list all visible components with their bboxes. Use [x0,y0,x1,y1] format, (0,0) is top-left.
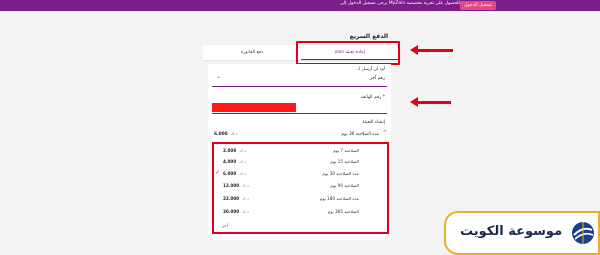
pack-selected-price: 6.000 د.ك [214,132,238,137]
option-name: الصلاحية 365 يوم [327,209,359,214]
pack-select[interactable]: مدة الصلاحية 30 يوم 6.000 د.ك ^ [208,131,391,140]
annotation-arrow-icon [410,97,451,107]
dropdown-option[interactable]: الصلاحية 365 يوم 30.000 د.ك [214,207,387,217]
watermark-logo: موسوعة الكويت [444,211,600,255]
option-price: 30.000 د.ك [223,209,249,214]
recipient-label: أود أن أرسل لـ [357,67,385,72]
login-button[interactable]: تسجيل الدخول [460,1,496,10]
dropdown-option[interactable]: الصلاحية 90 يوم 12.000 د.ك [214,181,387,191]
dropdown-option-selected[interactable]: ✓ مدة الصلاحية 30 يوم 6.000 د.ك [214,169,387,179]
globe-icon [572,222,594,244]
phone-input-underline [212,113,387,114]
watermark-text: موسوعة الكويت [460,224,563,239]
pack-dropdown-list: الصلاحية 7 يوم 2.000 د.ك الصلاحية 15 يوم … [212,142,389,234]
pack-selected-name: مدة الصلاحية 30 يوم [341,132,379,137]
pack-label: إنشاء التعبئة [362,120,385,125]
phone-input-redacted[interactable] [212,103,296,112]
dropdown-option[interactable]: الصلاحية 7 يوم 2.000 د.ك [214,146,387,156]
option-name: الصلاحية 7 يوم [333,148,359,153]
option-name: الصلاحية 90 يوم [330,183,359,188]
option-price: 6.000 د.ك [223,171,246,176]
chevron-up-icon[interactable]: ^ [383,131,387,136]
option-name: مدة الصلاحية 180 يوم [319,196,359,201]
option-name: مدة الصلاحية 30 يوم [322,171,359,176]
option-price: 4.000 د.ك [223,159,246,164]
recipient-select-value[interactable]: رقم آخر [370,76,385,81]
dropdown-option-other[interactable]: آخر [222,223,228,228]
tab-pay-bill[interactable]: دفع الفاتورة [203,45,301,60]
option-price: 2.000 د.ك [223,148,246,153]
page-title: الدفع السريع [349,33,388,40]
annotation-highlight-box [296,41,400,65]
option-name: الصلاحية 15 يوم [330,159,359,164]
dropdown-option[interactable]: الصلاحية 15 يوم 4.000 د.ك [214,157,387,167]
dropdown-option[interactable]: مدة الصلاحية 180 يوم 22.000 د.ك [214,194,387,204]
top-banner: للحصول على تجربة مخصصة MyZain يرجى تسجيل… [0,0,600,11]
option-price: 12.000 د.ك [223,183,249,188]
login-prompt-text: للحصول على تجربة مخصصة MyZain يرجى تسجيل… [340,1,460,6]
chevron-down-icon[interactable]: ⌄ [216,74,221,80]
annotation-arrow-icon [410,45,453,55]
option-price: 22.000 د.ك [223,196,249,201]
recipient-select-underline [212,86,387,87]
checkmark-icon: ✓ [215,169,221,176]
phone-label: * رقم الهاتف [360,95,385,100]
